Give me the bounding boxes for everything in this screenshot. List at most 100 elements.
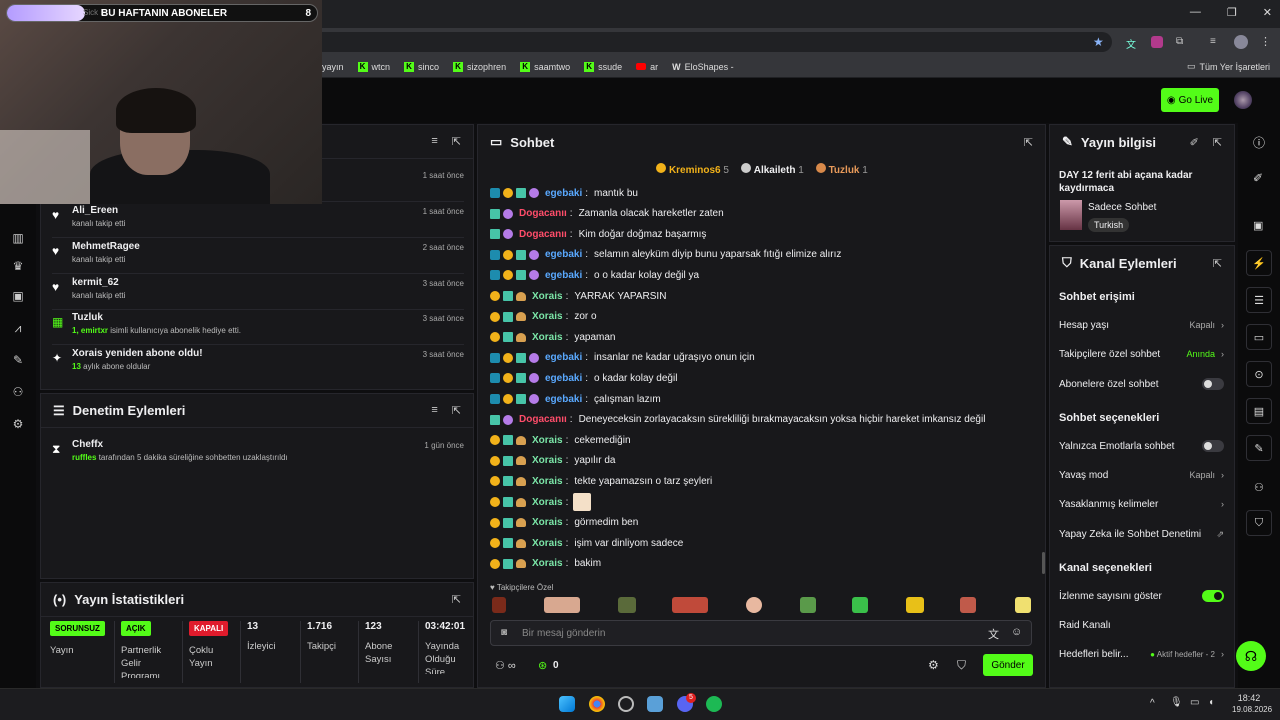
emote[interactable] <box>906 597 924 613</box>
chat-username[interactable]: Xorais <box>532 332 563 343</box>
filter-icon[interactable]: ≡ <box>431 404 437 417</box>
banned-words-row[interactable]: Yasaklanmış kelimeler › <box>1059 496 1224 512</box>
analytics-icon[interactable]: ▥ <box>11 231 25 245</box>
chat-username[interactable]: Xorais <box>532 435 563 446</box>
go-live-button[interactable]: ◉ Go Live <box>1161 88 1219 112</box>
chat-username[interactable]: egebaki <box>545 270 582 281</box>
stream-category[interactable]: Sadece Sohbet <box>1088 202 1156 213</box>
bookmark-item[interactable]: Kssude <box>584 61 622 72</box>
chat-username[interactable]: Xorais <box>532 497 563 508</box>
chat-username[interactable]: egebaki <box>545 188 582 199</box>
emote[interactable] <box>544 597 580 613</box>
settings-icon[interactable]: ⚙ <box>11 417 25 431</box>
emote[interactable] <box>852 597 868 613</box>
obs-icon[interactable] <box>618 696 634 712</box>
activity-user[interactable]: Tuzluk <box>72 312 103 323</box>
tray-chevron-icon[interactable]: ^ <box>1150 698 1155 709</box>
chat-username[interactable]: Xorais <box>532 311 563 322</box>
support-icon[interactable]: ☊ <box>1236 641 1266 671</box>
emote[interactable] <box>746 597 762 613</box>
mod-icon[interactable]: ⛉ <box>957 658 966 673</box>
show-viewers-toggle[interactable] <box>1202 590 1224 602</box>
minimize-icon[interactable]: — <box>1190 6 1201 19</box>
user-avatar[interactable] <box>1234 91 1252 109</box>
wrench-icon[interactable]: ✎ <box>1246 435 1272 461</box>
microphone-icon[interactable]: 🎙 <box>1170 697 1183 708</box>
emote[interactable] <box>618 597 636 613</box>
emote[interactable] <box>960 597 976 613</box>
chart-icon[interactable]: ⩘ <box>11 321 25 335</box>
spotify-icon[interactable] <box>706 696 722 712</box>
bookmark-item[interactable]: Ksinco <box>404 61 439 72</box>
popout-icon[interactable]: ⇱ <box>452 593 461 606</box>
start-icon[interactable] <box>559 696 575 712</box>
media-icon[interactable]: ▣ <box>1253 219 1263 232</box>
popout-icon[interactable]: ⇱ <box>1213 136 1222 149</box>
popout-icon[interactable]: ⇱ <box>452 404 461 417</box>
chat-input[interactable]: ◙ Bir mesaj gönderin 文 ☺ <box>490 620 1032 646</box>
popout-icon[interactable]: ⇱ <box>452 135 461 148</box>
bookmark-item[interactable]: yayın <box>322 62 344 72</box>
menu-icon[interactable]: ⋮ <box>1260 35 1271 48</box>
followers-only-row[interactable]: Takipçilere özel sohbet Anında › <box>1059 346 1224 362</box>
restore-icon[interactable]: ❐ <box>1227 6 1237 19</box>
activity-user[interactable]: kermit_62 <box>72 277 119 288</box>
emote[interactable] <box>800 597 816 613</box>
chat-username[interactable]: Xorais <box>532 538 563 549</box>
extension-icon[interactable] <box>1151 36 1163 48</box>
chat-emote[interactable] <box>573 493 592 511</box>
emote-only-toggle[interactable] <box>1202 440 1224 452</box>
reading-list-icon[interactable]: ≡ <box>1210 36 1216 47</box>
emote[interactable] <box>1015 597 1031 613</box>
bookmark-star-icon[interactable]: ★ <box>1093 35 1104 49</box>
chat-username[interactable]: Xorais <box>532 517 563 528</box>
profile-avatar[interactable] <box>1234 35 1248 49</box>
translate-icon[interactable]: 文 <box>1126 36 1136 51</box>
chat-username[interactable]: Dogacanıı <box>519 414 567 425</box>
chat-username[interactable]: egebaki <box>545 394 582 405</box>
activity-user[interactable]: Xorais yeniden abone oldu! <box>72 348 203 359</box>
media-icon[interactable]: ▣ <box>11 289 25 303</box>
network-icon[interactable]: ▭ <box>1190 697 1199 708</box>
settings-icon[interactable]: ⚙ <box>928 658 939 672</box>
all-bookmarks[interactable]: ▭ Tüm Yer İşaretleri <box>1187 61 1270 72</box>
bookmark-item[interactable]: Ksizophren <box>453 61 506 72</box>
chat-username[interactable]: Xorais <box>532 455 563 466</box>
activity-user[interactable]: Ali_Ereen <box>72 205 118 216</box>
trophy-icon[interactable]: ♛ <box>11 259 25 273</box>
broadcast-icon[interactable]: ⊙ <box>1246 361 1272 387</box>
storage-icon[interactable]: ▤ <box>1246 398 1272 424</box>
moderator-user[interactable]: ruffles <box>72 453 96 462</box>
bookmark-item[interactable]: W EloShapes - <box>672 62 734 72</box>
activity-user[interactable]: MehmetRagee <box>72 241 140 252</box>
wrench-icon[interactable]: ✎ <box>11 353 25 367</box>
edit-icon[interactable]: ✐ <box>1253 171 1263 185</box>
puzzle-icon[interactable]: ⧉ <box>1176 36 1183 47</box>
emote[interactable] <box>672 597 708 613</box>
translate-icon[interactable]: 文 <box>988 626 999 642</box>
category-thumbnail[interactable] <box>1060 200 1082 230</box>
top-gifter[interactable]: Kreminos6 5 <box>656 162 729 176</box>
users-icon[interactable]: ⚇ ∞ <box>495 659 516 672</box>
chrome-icon[interactable] <box>589 696 605 712</box>
popout-icon[interactable]: ⇱ <box>1213 257 1222 270</box>
clock[interactable]: 18:42 19.08.2026 <box>1232 693 1272 715</box>
account-age-row[interactable]: Hesap yaşı Kapalı › <box>1059 317 1224 333</box>
users-icon[interactable]: ⚇ <box>1254 481 1264 494</box>
popout-icon[interactable]: ⇱ <box>1024 136 1033 149</box>
emote[interactable] <box>492 597 506 613</box>
emoji-icon[interactable]: ☺ <box>1011 626 1022 638</box>
bookmark-item[interactable]: ar <box>636 62 658 72</box>
chat-username[interactable]: egebaki <box>545 373 582 384</box>
chat-username[interactable]: Xorais <box>532 291 563 302</box>
bookmark-item[interactable]: Ksaamtwo <box>520 61 570 72</box>
slow-mode-row[interactable]: Yavaş mod Kapalı › <box>1059 467 1224 483</box>
info-icon[interactable]: ⓘ <box>1253 134 1265 151</box>
list-icon[interactable]: ☰ <box>1246 287 1272 313</box>
top-gifter[interactable]: Alkaileth 1 <box>740 162 804 176</box>
quick-action-icon[interactable]: ⚡ <box>1246 250 1272 276</box>
goals-row[interactable]: Hedefleri belir... ● Aktif hedefler - 2 › <box>1059 646 1224 662</box>
gift-recipient[interactable]: 1, emirtxr <box>72 326 108 335</box>
close-icon[interactable]: ✕ <box>1263 6 1272 19</box>
edit-icon[interactable]: ✐ <box>1190 136 1199 149</box>
